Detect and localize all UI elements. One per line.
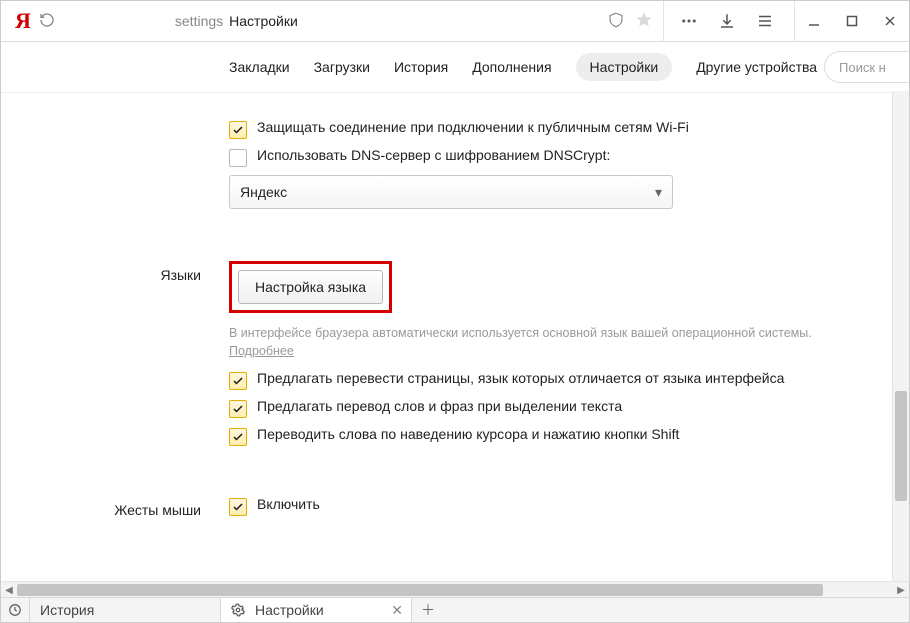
- downloads-icon[interactable]: [708, 1, 746, 41]
- chevron-down-icon: ▾: [655, 184, 662, 201]
- bottom-tab-history-label: История: [40, 602, 94, 618]
- close-tab-icon[interactable]: ✕: [391, 602, 403, 619]
- hscroll-left-arrow-icon[interactable]: ◀: [1, 582, 17, 598]
- select-dns-value: Яндекс: [240, 184, 287, 200]
- new-tab-button[interactable]: ＋: [412, 598, 444, 622]
- settings-content: Защищать соединение при подключении к пу…: [1, 91, 909, 582]
- bottom-tab-settings[interactable]: Настройки ✕: [221, 598, 412, 622]
- checkbox-translate-words[interactable]: [229, 400, 247, 418]
- label-dnscrypt: Использовать DNS-сервер с шифрованием DN…: [257, 147, 610, 163]
- menu-icon[interactable]: [746, 1, 784, 41]
- more-icon[interactable]: [670, 1, 708, 41]
- titlebar: Я settings Настройки: [1, 1, 909, 42]
- window-maximize-icon[interactable]: [833, 1, 871, 41]
- settings-top-tabs: Закладки Загрузки История Дополнения Нас…: [1, 42, 909, 93]
- tab-addons[interactable]: Дополнения: [472, 59, 551, 75]
- checkbox-dnscrypt[interactable]: [229, 149, 247, 167]
- section-languages-label: Языки: [1, 261, 229, 283]
- checkbox-protect-wifi[interactable]: [229, 121, 247, 139]
- vertical-scrollbar-thumb[interactable]: [895, 391, 907, 501]
- settings-search-input[interactable]: Поиск н: [824, 51, 909, 83]
- languages-hint: В интерфейсе браузера автоматически испо…: [229, 325, 869, 360]
- horizontal-scrollbar[interactable]: ◀ ▶: [1, 581, 909, 598]
- checkbox-hover-shift[interactable]: [229, 428, 247, 446]
- protect-shield-icon[interactable]: [607, 11, 625, 32]
- history-clock-icon[interactable]: [1, 598, 30, 622]
- window-close-icon[interactable]: [871, 1, 909, 41]
- section-gestures-label: Жесты мыши: [1, 496, 229, 518]
- highlight-box: Настройка языка: [229, 261, 392, 313]
- select-dns-server[interactable]: Яндекс ▾: [229, 175, 673, 209]
- tab-history[interactable]: История: [394, 59, 448, 75]
- language-settings-button[interactable]: Настройка языка: [238, 270, 383, 304]
- label-translate-words: Предлагать перевод слов и фраз при выдел…: [257, 398, 622, 414]
- label-hover-shift: Переводить слова по наведению курсора и …: [257, 426, 679, 442]
- vertical-scrollbar[interactable]: [892, 91, 909, 582]
- page-title: Настройки: [229, 13, 298, 29]
- tab-other-devices[interactable]: Другие устройства: [696, 59, 817, 75]
- bottom-tab-history[interactable]: История: [30, 598, 221, 622]
- label-gestures-enable: Включить: [257, 496, 320, 512]
- languages-more-link[interactable]: Подробнее: [229, 344, 294, 358]
- bottom-tab-settings-label: Настройки: [255, 602, 324, 618]
- browser-window: Я settings Настройки: [0, 0, 910, 623]
- favorite-star-icon[interactable]: [635, 11, 653, 32]
- bottom-tabbar: История Настройки ✕ ＋: [1, 597, 909, 622]
- gear-icon: [231, 603, 245, 617]
- label-protect-wifi: Защищать соединение при подключении к пу…: [257, 119, 689, 135]
- checkbox-gestures-enable[interactable]: [229, 498, 247, 516]
- address-path: settings: [175, 13, 223, 29]
- reload-icon[interactable]: [39, 12, 55, 31]
- window-minimize-icon[interactable]: [795, 1, 833, 41]
- address-bar[interactable]: settings Настройки: [39, 12, 599, 31]
- yandex-logo[interactable]: Я: [15, 8, 31, 34]
- label-translate-pages: Предлагать перевести страницы, язык кото…: [257, 370, 784, 386]
- tab-downloads[interactable]: Загрузки: [314, 59, 370, 75]
- horizontal-scrollbar-thumb[interactable]: [17, 584, 823, 596]
- checkbox-translate-pages[interactable]: [229, 372, 247, 390]
- tab-settings[interactable]: Настройки: [576, 53, 673, 81]
- hscroll-right-arrow-icon[interactable]: ▶: [893, 582, 909, 598]
- tab-bookmarks[interactable]: Закладки: [229, 59, 290, 75]
